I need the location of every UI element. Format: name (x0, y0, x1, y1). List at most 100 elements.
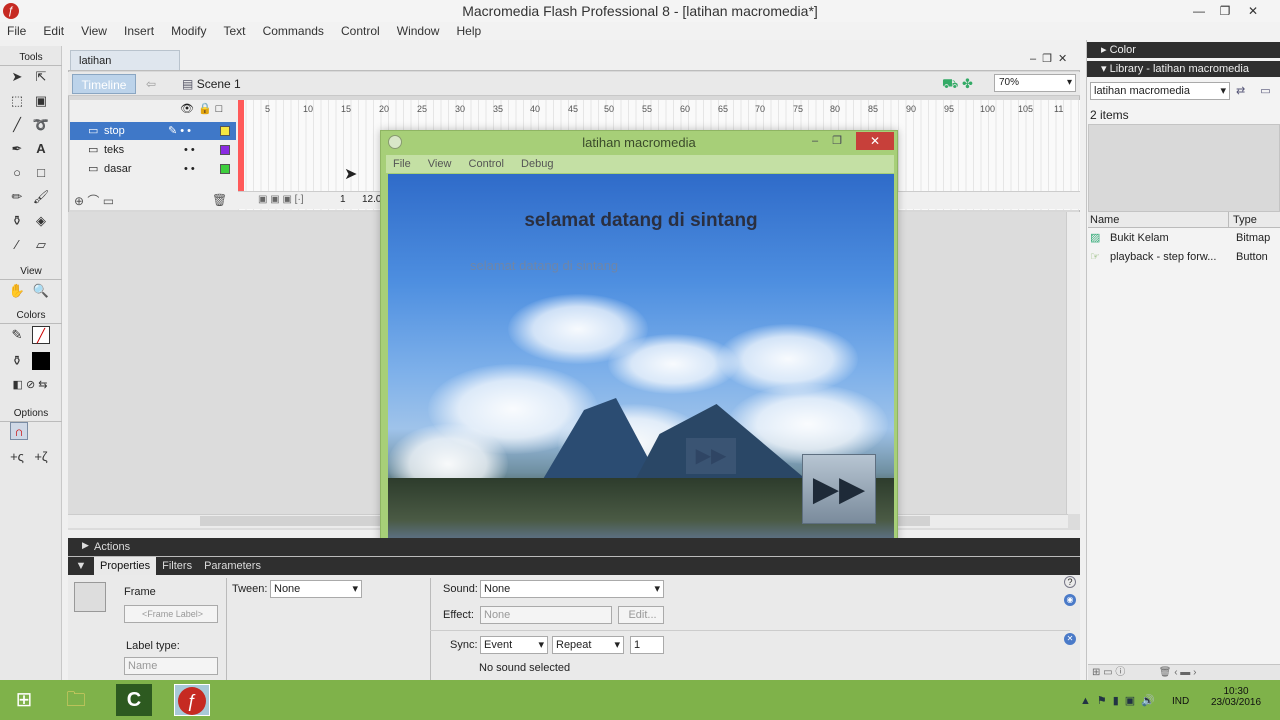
menu-modify[interactable]: Modify (164, 22, 213, 40)
divider (430, 630, 1070, 631)
swap-colors-icon[interactable]: ◧ ⊘ ⇆ (8, 376, 52, 394)
fill-swatch-icon[interactable] (32, 352, 50, 370)
label-type-select[interactable]: Name (124, 657, 218, 675)
col-name[interactable]: Name (1090, 212, 1119, 228)
sound-select[interactable]: None ▾ (480, 580, 664, 598)
pen-tool-icon[interactable]: ✒ (8, 140, 26, 158)
fill-transform-icon[interactable]: ▣ (32, 92, 50, 110)
menu-file[interactable]: File (0, 22, 33, 40)
fill-color-icon[interactable]: ⚱ (8, 352, 26, 370)
accessibility-icon[interactable]: ◉ (1064, 594, 1076, 606)
library-footer-icons[interactable]: ⊞ ▭ ⓘ 🗑 ‹ ▬ › (1088, 664, 1280, 680)
document-tab[interactable]: latihan macromedia* (70, 50, 180, 87)
flash-taskbar-icon[interactable]: ƒ (174, 684, 210, 716)
menu-insert[interactable]: Insert (117, 22, 161, 40)
ink-bottle-icon[interactable]: ⚱ (8, 212, 26, 230)
menu-bar: File Edit View Insert Modify Text Comman… (0, 22, 1280, 40)
library-item[interactable]: Bukit Kelam (1110, 229, 1169, 247)
tab-properties[interactable]: Properties (94, 557, 157, 575)
frame-label-input[interactable]: <Frame Label> (124, 605, 218, 623)
menu-help[interactable]: Help (450, 22, 489, 40)
text-tool-icon[interactable]: A (32, 140, 50, 158)
zoom-tool-icon[interactable]: 🔍 (32, 282, 50, 300)
system-tray-icons[interactable]: ▲⚑▮▣🔊 (1080, 694, 1161, 707)
library-panel-header[interactable]: ▾ Library - latihan macromedia (1087, 61, 1280, 77)
close-button[interactable]: ✕ (1240, 0, 1266, 22)
menu-text[interactable]: Text (217, 22, 253, 40)
snap-magnet-icon[interactable]: ∩ (10, 422, 28, 440)
scene-label[interactable]: ▤ Scene 1 (182, 76, 241, 92)
step-forward-button[interactable]: ▶▶ (802, 454, 876, 524)
menu-window[interactable]: Window (390, 22, 447, 40)
actions-panel-header[interactable]: Actions (68, 538, 1080, 556)
help-icon[interactable]: ? (1064, 576, 1076, 588)
effect-select[interactable]: None (480, 606, 612, 624)
library-pin-icons[interactable]: ⇄ ▭ (1236, 84, 1277, 97)
trash-icon[interactable]: 🗑 (212, 193, 227, 207)
smooth-icon[interactable]: +ς (8, 448, 26, 466)
menu-view[interactable]: View (74, 22, 114, 40)
tween-select[interactable]: None ▾ (270, 580, 362, 598)
edit-settings-icon[interactable]: ✕ (1064, 633, 1076, 645)
brush-tool-icon[interactable]: 🖌 (32, 188, 50, 206)
player-window-controls[interactable]: –❐ (812, 134, 856, 147)
layer-dasar[interactable]: ▭ dasar • • (70, 160, 236, 178)
player-close-button[interactable]: ✕ (856, 132, 894, 150)
menu-control[interactable]: Control (334, 22, 387, 40)
repeat-select[interactable]: Repeat ▾ (552, 636, 624, 654)
straighten-icon[interactable]: +ζ (32, 448, 50, 466)
tab-parameters[interactable]: Parameters (198, 557, 267, 575)
library-header-label: Library - latihan macromedia (1109, 63, 1249, 75)
tab-filters[interactable]: Filters (156, 557, 198, 575)
layer-teks[interactable]: ▭ teks • • (70, 141, 236, 159)
oval-tool-icon[interactable]: ○ (8, 164, 26, 182)
playhead[interactable] (238, 100, 244, 200)
menu-commands[interactable]: Commands (256, 22, 331, 40)
library-item[interactable]: playback - step forw... (1110, 248, 1216, 266)
layer-stop[interactable]: ▭ stop ✎ • • (70, 122, 236, 140)
player-menu-view[interactable]: View (421, 155, 459, 173)
col-type[interactable]: Type (1228, 212, 1257, 228)
rectangle-tool-icon[interactable]: □ (32, 164, 50, 182)
library-select[interactable]: latihan macromedia ▾ (1090, 82, 1230, 100)
add-layer-icons[interactable]: ⊕ ⌒ ▭ (74, 192, 114, 209)
stage-vertical-scrollbar[interactable] (1066, 212, 1080, 514)
expand-arrow-icon[interactable]: ▶ (82, 540, 89, 551)
paint-bucket-icon[interactable]: ◈ (32, 212, 50, 230)
doc-window-controls[interactable]: –❐✕ (1030, 52, 1073, 65)
restore-button[interactable]: ❐ (1212, 0, 1238, 22)
repeat-count-input[interactable]: 1 (630, 636, 664, 654)
eyedropper-icon[interactable]: ⁄ (8, 236, 26, 254)
back-arrow-icon[interactable]: ⇦ (146, 77, 156, 91)
effect-value: None (484, 609, 511, 621)
minimize-button[interactable]: — (1186, 0, 1212, 22)
player-menu-file[interactable]: File (386, 155, 418, 173)
pencil-tool-icon[interactable]: ✏ (8, 188, 26, 206)
timeline-button[interactable]: Timeline (72, 74, 136, 94)
lasso-tool-icon[interactable]: ➰ (32, 116, 50, 134)
player-menu-debug[interactable]: Debug (514, 155, 560, 173)
taskbar-clock[interactable]: 10:30 23/03/2016 (1196, 686, 1276, 708)
edit-button[interactable]: Edit... (618, 606, 664, 624)
stroke-swatch-icon[interactable]: ╱ (32, 326, 50, 344)
onion-skin-icons[interactable]: ▣ ▣ ▣ [·] (258, 194, 304, 205)
line-tool-icon[interactable]: ╱ (8, 116, 26, 134)
zoom-select[interactable]: 70% ▾ (994, 74, 1076, 92)
eraser-icon[interactable]: ▱ (32, 236, 50, 254)
start-icon[interactable]: ⊞ (6, 684, 42, 716)
menu-edit[interactable]: Edit (36, 22, 71, 40)
arrow-tool-icon[interactable]: ➤ (8, 68, 26, 86)
language-indicator[interactable]: IND (1172, 696, 1189, 707)
hand-tool-icon[interactable]: ✋ (8, 282, 26, 300)
file-explorer-icon[interactable]: 🗀 (58, 684, 94, 716)
camtasia-icon[interactable]: C (116, 684, 152, 716)
subselect-tool-icon[interactable]: ⇱ (32, 68, 50, 86)
ruler-tick: 105 (1018, 104, 1034, 114)
sync-select[interactable]: Event ▾ (480, 636, 548, 654)
stroke-color-icon[interactable]: ✎ (8, 326, 26, 344)
player-menu-control[interactable]: Control (462, 155, 511, 173)
color-panel-header[interactable]: ▸ Color (1087, 42, 1280, 58)
free-transform-icon[interactable]: ⬚ (8, 92, 26, 110)
collapse-arrow-icon[interactable]: ▼ (68, 557, 94, 575)
edit-symbols-icon[interactable]: ⛟ ✤ (942, 76, 973, 94)
